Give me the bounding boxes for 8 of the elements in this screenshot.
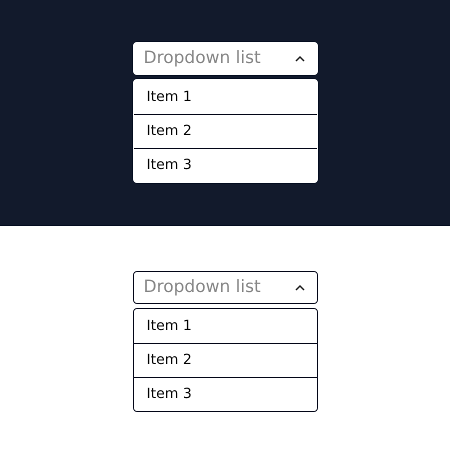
menu-item[interactable]: Item 1 <box>134 80 316 114</box>
menu-item[interactable]: Item 3 <box>134 377 316 411</box>
menu-item[interactable]: Item 3 <box>134 148 316 182</box>
menu-item[interactable]: Item 1 <box>134 309 316 343</box>
menu-item[interactable]: Item 2 <box>134 343 316 377</box>
chevron-icon <box>294 284 304 291</box>
menu-item[interactable]: Item 2 <box>134 114 316 148</box>
chevron-icon <box>294 55 304 62</box>
